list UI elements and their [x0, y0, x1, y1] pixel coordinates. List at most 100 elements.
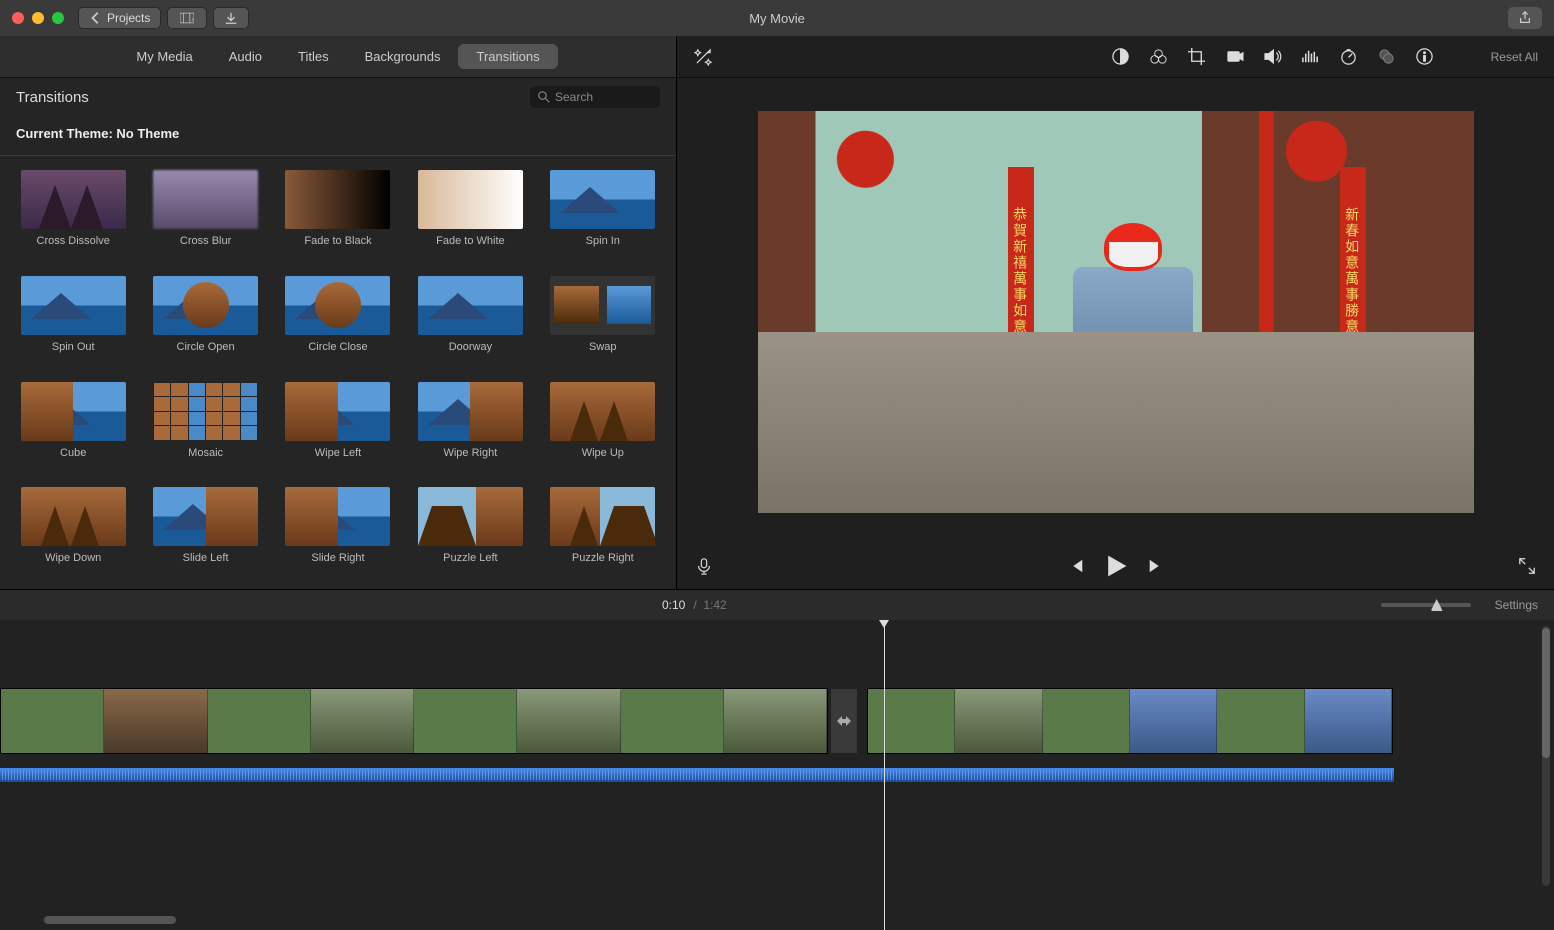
video-clip[interactable] — [867, 688, 1393, 754]
browser-tabs: My MediaAudioTitlesBackgroundsTransition… — [0, 36, 676, 78]
transition-label: Spin In — [586, 235, 620, 247]
transition-label: Fade to White — [436, 235, 504, 247]
library-button[interactable]: ♪ — [167, 7, 207, 29]
transition-mosaic[interactable]: Mosaic — [144, 382, 266, 470]
transition-circle-close[interactable]: Circle Close — [277, 276, 399, 364]
transition-thumbnail — [21, 170, 126, 229]
transition-thumbnail — [153, 487, 258, 546]
crop-icon[interactable] — [1187, 47, 1207, 67]
transition-label: Circle Open — [177, 341, 235, 353]
transition-thumbnail — [285, 170, 390, 229]
transition-puzzle-left[interactable]: Puzzle Left — [409, 487, 531, 575]
transition-thumbnail — [21, 382, 126, 441]
transition-fade-to-white[interactable]: Fade to White — [409, 170, 531, 258]
transition-cube[interactable]: Cube — [12, 382, 134, 470]
tab-transitions[interactable]: Transitions — [458, 44, 557, 69]
transition-thumbnail — [285, 276, 390, 335]
transition-label: Doorway — [449, 341, 492, 353]
transition-doorway[interactable]: Doorway — [409, 276, 531, 364]
viewer-panel: Reset All 恭賀新禧萬事如意 新春如意萬事勝意 — [677, 36, 1554, 589]
next-clip-button[interactable] — [1147, 557, 1165, 578]
horizontal-scrollbar[interactable] — [44, 916, 176, 924]
timeline[interactable] — [0, 620, 1554, 930]
transition-label: Spin Out — [52, 341, 95, 353]
transition-label: Wipe Left — [315, 447, 361, 459]
search-input[interactable]: Search — [530, 86, 660, 108]
filter-icon[interactable] — [1377, 47, 1397, 67]
noise-reduction-icon[interactable] — [1301, 47, 1321, 67]
transition-thumbnail — [153, 170, 258, 229]
transition-wipe-right[interactable]: Wipe Right — [409, 382, 531, 470]
transition-thumbnail — [418, 276, 523, 335]
video-track[interactable] — [0, 688, 1394, 768]
timeline-duration: / 1:42 — [693, 598, 726, 612]
prev-clip-button[interactable] — [1067, 557, 1085, 578]
zoom-slider[interactable] — [1381, 603, 1471, 607]
transition-thumbnail — [21, 276, 126, 335]
transition-wipe-up[interactable]: Wipe Up — [542, 382, 664, 470]
transition-thumbnail — [418, 487, 523, 546]
speed-icon[interactable] — [1339, 47, 1359, 67]
transition-label: Wipe Right — [443, 447, 497, 459]
video-clip[interactable] — [0, 688, 828, 754]
color-balance-icon[interactable] — [1111, 47, 1131, 67]
transition-spin-in[interactable]: Spin In — [542, 170, 664, 258]
transition-cross-dissolve[interactable]: Cross Dissolve — [12, 170, 134, 258]
transition-slide-left[interactable]: Slide Left — [144, 487, 266, 575]
titlebar: Projects ♪ My Movie — [0, 0, 1554, 36]
playback-controls — [677, 545, 1554, 589]
reset-all-button[interactable]: Reset All — [1491, 50, 1538, 64]
window-controls — [12, 12, 64, 24]
transition-label: Circle Close — [308, 341, 367, 353]
import-button[interactable] — [213, 7, 249, 29]
transition-circle-open[interactable]: Circle Open — [144, 276, 266, 364]
share-button[interactable] — [1508, 7, 1542, 29]
timeline-settings-button[interactable]: Settings — [1495, 598, 1538, 612]
transition-label: Puzzle Left — [443, 552, 497, 564]
transition-label: Slide Right — [311, 552, 364, 564]
transition-label: Mosaic — [188, 447, 223, 459]
project-title: My Movie — [749, 11, 805, 26]
video-viewer[interactable]: 恭賀新禧萬事如意 新春如意萬事勝意 — [677, 78, 1554, 545]
tab-titles[interactable]: Titles — [280, 44, 347, 69]
transition-wipe-down[interactable]: Wipe Down — [12, 487, 134, 575]
stabilization-icon[interactable] — [1225, 47, 1245, 67]
search-icon — [538, 91, 550, 103]
back-projects-button[interactable]: Projects — [78, 7, 161, 29]
transition-thumbnail — [550, 170, 655, 229]
minimize-window[interactable] — [32, 12, 44, 24]
tab-audio[interactable]: Audio — [211, 44, 280, 69]
transition-swap[interactable]: Swap — [542, 276, 664, 364]
transition-label: Cross Blur — [180, 235, 231, 247]
transition-cross-blur[interactable]: Cross Blur — [144, 170, 266, 258]
transition-label: Wipe Down — [45, 552, 101, 564]
voiceover-icon[interactable] — [695, 557, 713, 578]
media-browser: My MediaAudioTitlesBackgroundsTransition… — [0, 36, 677, 589]
preview-frame: 恭賀新禧萬事如意 新春如意萬事勝意 — [758, 111, 1474, 513]
vertical-scrollbar[interactable] — [1542, 626, 1550, 886]
close-window[interactable] — [12, 12, 24, 24]
transition-slide-right[interactable]: Slide Right — [277, 487, 399, 575]
info-icon[interactable] — [1415, 47, 1435, 67]
transition-thumbnail — [21, 487, 126, 546]
transitions-grid: Cross Dissolve Cross Blur Fade to Black Fad… — [0, 156, 676, 589]
fullscreen-icon[interactable] — [1518, 557, 1536, 578]
tab-backgrounds[interactable]: Backgrounds — [347, 44, 459, 69]
transition-label: Wipe Up — [582, 447, 624, 459]
zoom-window[interactable] — [52, 12, 64, 24]
transition-thumbnail — [550, 382, 655, 441]
transition-fade-to-black[interactable]: Fade to Black — [277, 170, 399, 258]
theme-label: Current Theme: No Theme — [0, 116, 676, 156]
transition-spin-out[interactable]: Spin Out — [12, 276, 134, 364]
transition-thumbnail — [418, 382, 523, 441]
color-correction-icon[interactable] — [1149, 47, 1169, 67]
transition-puzzle-right[interactable]: Puzzle Right — [542, 487, 664, 575]
search-placeholder: Search — [555, 90, 593, 104]
enhance-icon[interactable] — [693, 47, 713, 67]
tab-my-media[interactable]: My Media — [118, 44, 210, 69]
playhead[interactable] — [884, 620, 885, 930]
volume-icon[interactable] — [1263, 47, 1283, 67]
play-button[interactable] — [1103, 553, 1129, 582]
transition-wipe-left[interactable]: Wipe Left — [277, 382, 399, 470]
transition-marker[interactable] — [830, 688, 858, 754]
